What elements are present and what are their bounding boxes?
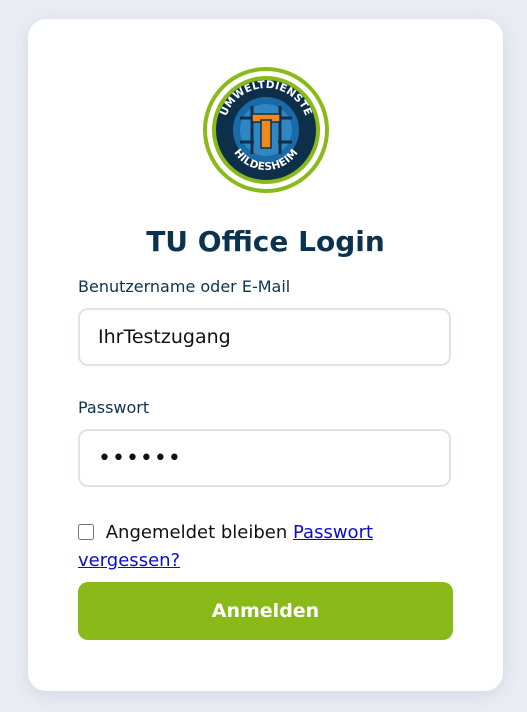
- remember-checkbox[interactable]: [78, 524, 94, 540]
- remember-row: Angemeldet bleiben Passwort vergessen?: [78, 519, 458, 575]
- umweltdienste-logo: UMWELTDIENSTE HILDESHEIM: [203, 67, 329, 193]
- username-input[interactable]: [78, 308, 451, 366]
- login-card: UMWELTDIENSTE HILDESHEIM TU Office Login…: [28, 19, 503, 691]
- page-title: TU Office Login: [146, 225, 385, 258]
- login-button[interactable]: Anmelden: [78, 582, 453, 640]
- password-input[interactable]: [78, 429, 451, 487]
- password-label: Passwort: [78, 398, 150, 417]
- username-label: Benutzername oder E-Mail: [78, 277, 291, 296]
- remember-label: Angemeldet bleiben: [105, 522, 288, 543]
